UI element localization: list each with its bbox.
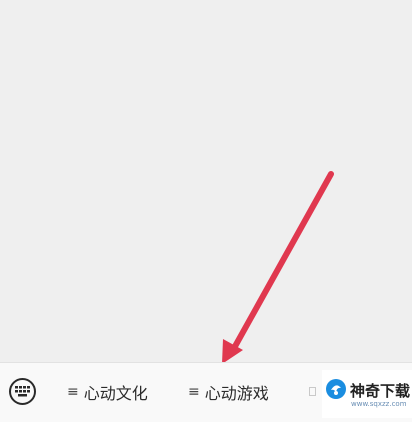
menu-icon: ≡	[67, 384, 79, 400]
keyboard-icon	[15, 386, 30, 397]
watermark-title: 神奇下载	[350, 382, 411, 400]
menu-item-label: 心动游戏	[204, 384, 269, 403]
menu-item-label: 心动文化	[83, 384, 148, 403]
site-watermark: 神奇下载 www.sqxzz.com	[322, 370, 412, 418]
menu-icon: ≡	[188, 384, 200, 400]
menu-item-xindong-culture[interactable]: ≡ 心动文化	[67, 381, 148, 403]
menu-item-partial-icon[interactable]	[309, 387, 316, 396]
chat-content-area	[0, 0, 412, 362]
watermark-logo-icon	[326, 379, 346, 399]
keyboard-toggle-button[interactable]	[9, 378, 36, 405]
watermark-url: www.sqxzz.com	[351, 400, 407, 408]
menu-item-xindong-games[interactable]: ≡ 心动游戏	[188, 381, 269, 403]
